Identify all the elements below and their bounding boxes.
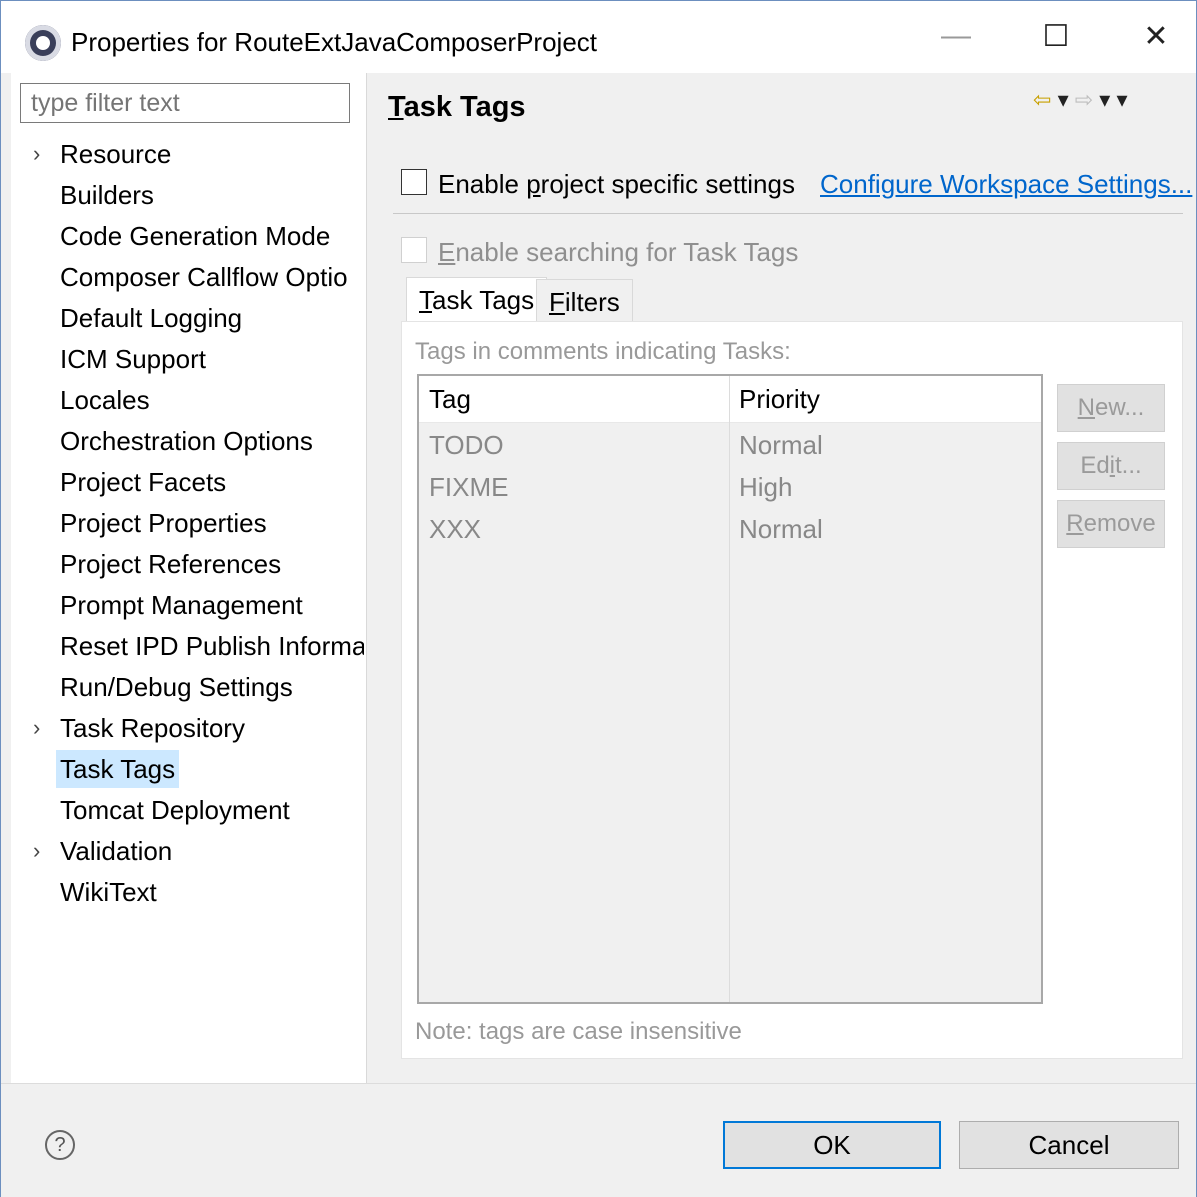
back-arrow-icon[interactable]: ⇦ — [1033, 87, 1051, 112]
tree-item-orchestration-options[interactable]: Orchestration Options — [56, 422, 317, 460]
table-cell-priority[interactable]: Normal — [739, 514, 823, 545]
enable-searching-checkbox[interactable] — [401, 237, 427, 263]
column-header-tag[interactable]: Tag — [429, 376, 471, 422]
tree-item-icm-support[interactable]: ICM Support — [56, 340, 210, 378]
minimize-button[interactable]: — — [926, 11, 986, 61]
tree-item-validation[interactable]: Validation — [56, 832, 176, 870]
table-cell-priority[interactable]: High — [739, 472, 792, 503]
table-cell-tag[interactable]: TODO — [429, 430, 504, 461]
expand-icon[interactable]: › — [33, 832, 40, 870]
column-header-priority[interactable]: Priority — [739, 376, 820, 422]
page-navigation: ⇦ ▾ ⇨ ▾ ▾ — [1033, 87, 1128, 113]
task-tags-table[interactable]: Tag Priority TODO Normal FIXME High XXX … — [417, 374, 1043, 1004]
close-button[interactable]: ✕ — [1126, 11, 1186, 61]
table-cell-tag[interactable]: XXX — [429, 514, 481, 545]
tree-item-tomcat-deployment[interactable]: Tomcat Deployment — [56, 791, 294, 829]
configure-workspace-settings-link[interactable]: Configure Workspace Settings... — [820, 169, 1192, 200]
table-header: Tag Priority — [419, 376, 1041, 423]
tree-item-project-properties[interactable]: Project Properties — [56, 504, 271, 542]
tree-item-resource[interactable]: Resource — [56, 135, 175, 173]
title-bar: Properties for RouteExtJavaComposerProje… — [1, 1, 1196, 73]
remove-button[interactable]: Remove — [1057, 500, 1165, 548]
forward-arrow-icon[interactable]: ⇨ — [1075, 87, 1093, 112]
ok-button[interactable]: OK — [723, 1121, 941, 1169]
tree-item-task-repository[interactable]: Task Repository — [56, 709, 249, 747]
tree-item-composer-callflow-options[interactable]: Composer Callflow Optio — [56, 258, 364, 296]
tab-filters[interactable]: Filters — [536, 279, 633, 324]
filter-input[interactable] — [20, 83, 350, 123]
help-icon[interactable]: ? — [45, 1130, 75, 1160]
app-icon — [25, 25, 61, 61]
expand-icon[interactable]: › — [33, 709, 40, 747]
window-title: Properties for RouteExtJavaComposerProje… — [71, 27, 598, 57]
tree-item-task-tags[interactable]: Task Tags — [56, 750, 180, 788]
cancel-button[interactable]: Cancel — [959, 1121, 1179, 1169]
edit-button[interactable]: Ed i t... — [1057, 442, 1165, 490]
table-cell-tag[interactable]: FIXME — [429, 472, 508, 503]
sidebar: › Resource Builders Code Generation Mode… — [11, 73, 367, 1154]
separator — [393, 213, 1183, 214]
enable-searching-label: Enable searching for Task Tags — [438, 237, 799, 267]
tree-item-prompt-management[interactable]: Prompt Management — [56, 586, 307, 624]
case-note: Note: tags are case insensitive — [415, 1018, 742, 1045]
tags-caption: Tags in comments indicating Tasks: — [415, 338, 791, 365]
forward-dropdown-icon[interactable]: ▾ — [1099, 87, 1110, 112]
tree-item-builders[interactable]: Builders — [56, 176, 158, 214]
view-menu-icon[interactable]: ▾ — [1116, 87, 1127, 112]
tree-item-code-generation-mode[interactable]: Code Generation Mode — [56, 217, 334, 255]
page-title: Task Tags — [388, 91, 526, 123]
tree-item-project-references[interactable]: Project References — [56, 545, 285, 583]
properties-dialog: Properties for RouteExtJavaComposerProje… — [0, 0, 1197, 1197]
tree-item-locales[interactable]: Locales — [56, 381, 154, 419]
preference-page: Task Tags ⇦ ▾ ⇨ ▾ ▾ Enable project speci… — [368, 73, 1196, 1083]
tab-task-tags[interactable]: Task Tags — [406, 277, 548, 322]
button-bar: ? OK Cancel — [1, 1083, 1196, 1197]
new-button[interactable]: New... — [1057, 384, 1165, 432]
tree-item-wikitext[interactable]: WikiText — [56, 873, 161, 911]
tree-item-reset-ipd-publish-information[interactable]: Reset IPD Publish Informa — [56, 627, 364, 665]
enable-project-specific-checkbox[interactable] — [401, 169, 427, 195]
tree-item-run-debug-settings[interactable]: Run/Debug Settings — [56, 668, 297, 706]
tree-item-project-facets[interactable]: Project Facets — [56, 463, 230, 501]
tab-content: Tags in comments indicating Tasks: Tag P… — [401, 321, 1183, 1059]
column-divider — [729, 376, 730, 1002]
expand-icon[interactable]: › — [33, 135, 40, 173]
tree-item-default-logging[interactable]: Default Logging — [56, 299, 246, 337]
table-cell-priority[interactable]: Normal — [739, 430, 823, 461]
enable-project-specific-label: Enable project specific settings — [438, 169, 795, 199]
maximize-button[interactable]: ☐ — [1026, 11, 1086, 61]
back-dropdown-icon[interactable]: ▾ — [1058, 87, 1069, 112]
